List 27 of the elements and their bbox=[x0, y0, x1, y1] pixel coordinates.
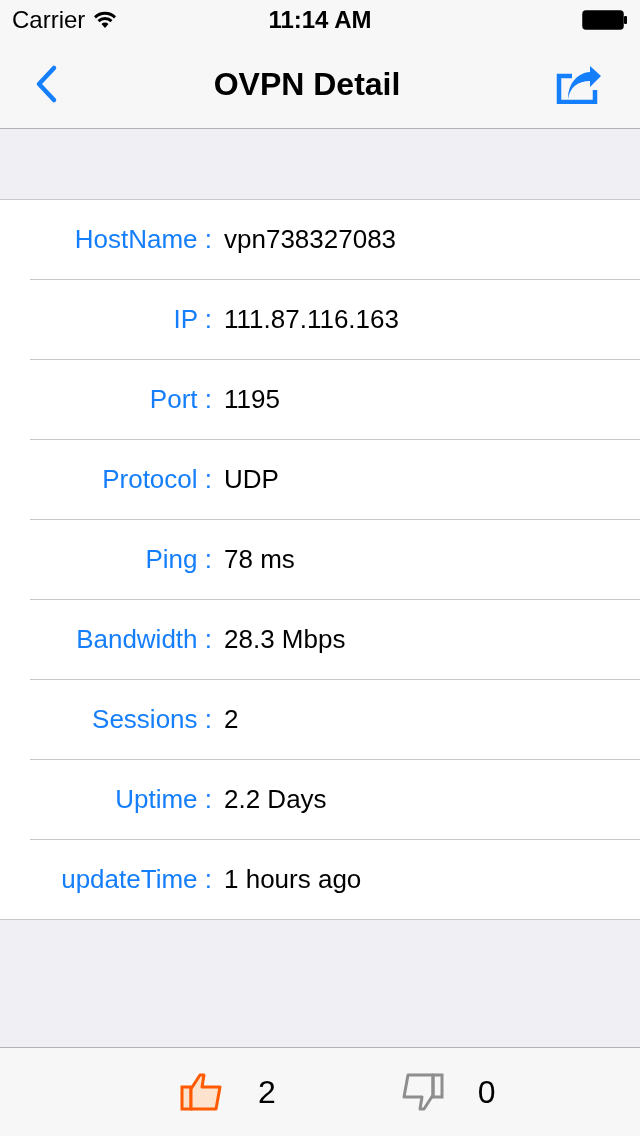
dislike-button[interactable]: 0 bbox=[399, 1071, 496, 1113]
field-label: updateTime : bbox=[60, 864, 212, 895]
field-label: Uptime : bbox=[114, 784, 212, 815]
battery-icon bbox=[582, 10, 628, 30]
carrier-label: Carrier bbox=[12, 6, 86, 34]
back-button[interactable] bbox=[34, 64, 58, 104]
field-label: Ping : bbox=[144, 544, 212, 575]
share-button[interactable] bbox=[556, 64, 602, 104]
status-time: 11:14 AM bbox=[268, 6, 372, 34]
field-value: 28.3 Mbps bbox=[224, 624, 346, 655]
field-value: 111.87.116.163 bbox=[224, 304, 399, 335]
like-button[interactable]: 2 bbox=[180, 1071, 276, 1113]
field-label: IP : bbox=[172, 304, 212, 335]
field-label: Protocol : bbox=[101, 464, 212, 495]
field-value: 2.2 Days bbox=[224, 784, 327, 815]
field-value: UDP bbox=[224, 464, 279, 495]
field-value: 2 bbox=[224, 704, 239, 735]
field-value: vpn738327083 bbox=[224, 224, 397, 255]
field-label: Port : bbox=[148, 384, 212, 415]
wifi-icon bbox=[93, 11, 118, 29]
field-value: 78 ms bbox=[224, 544, 295, 575]
field-label: HostName : bbox=[73, 224, 212, 255]
screen-title: OVPN Detail bbox=[213, 65, 401, 103]
field-value: 1195 bbox=[224, 384, 280, 415]
field-label: Bandwidth : bbox=[75, 624, 212, 655]
field-label: Sessions : bbox=[91, 704, 212, 735]
field-value: 1 hours ago bbox=[224, 864, 362, 895]
